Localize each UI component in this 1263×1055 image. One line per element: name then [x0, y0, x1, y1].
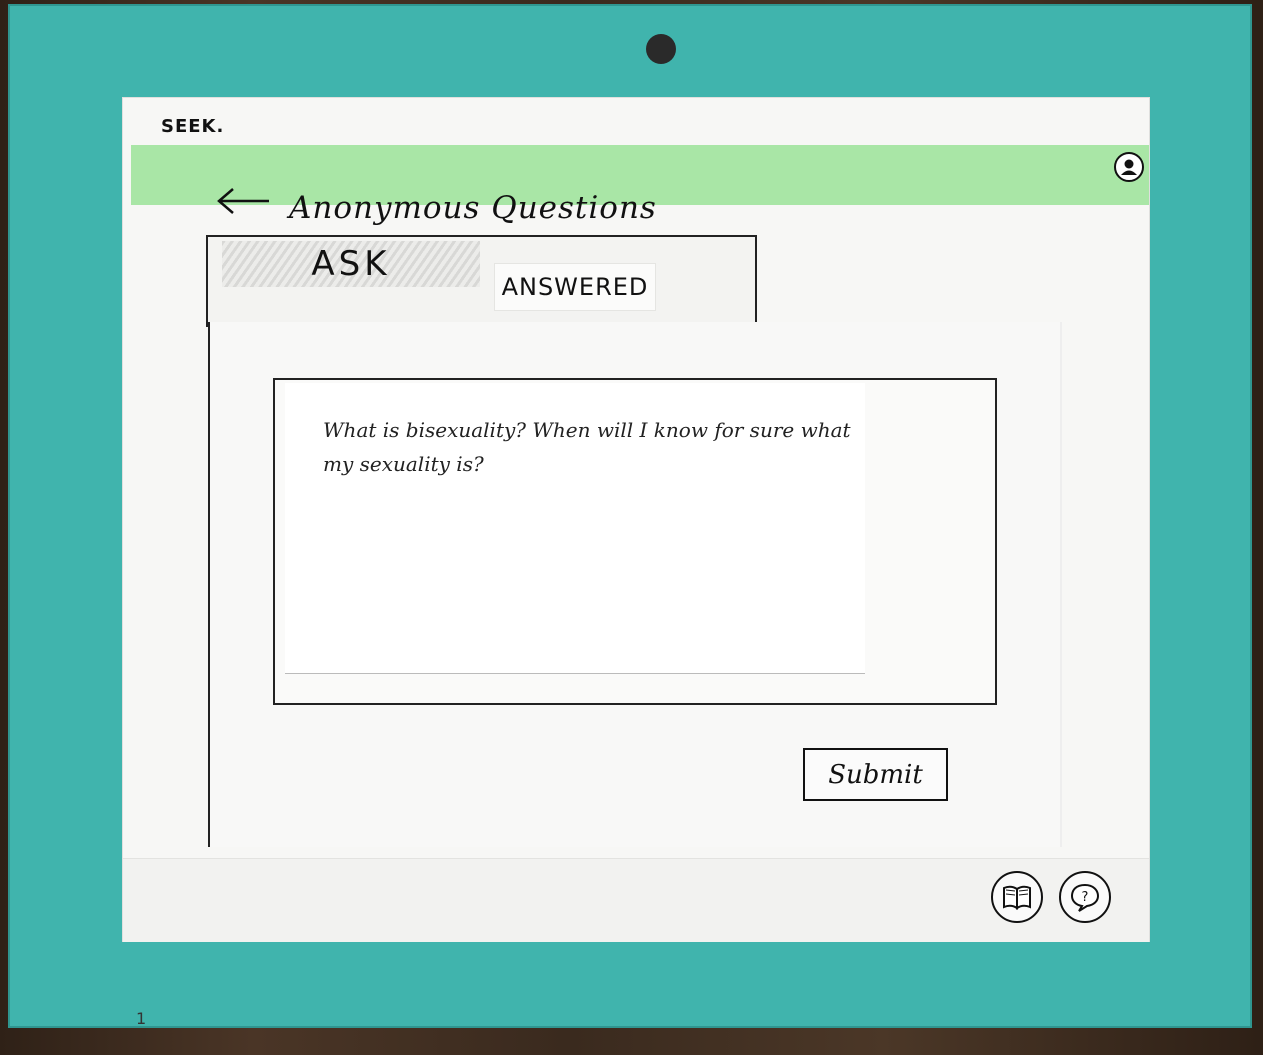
- questions-button[interactable]: ?: [1059, 871, 1111, 923]
- app-screen: SEEK. Anonymous Questions ASK ANSWERED W…: [122, 97, 1150, 942]
- question-input-box[interactable]: What is bisexuality? When will I know fo…: [273, 378, 997, 705]
- camera-hole: [646, 34, 676, 64]
- corner-mark: 1: [136, 1009, 147, 1028]
- question-text[interactable]: What is bisexuality? When will I know fo…: [323, 413, 853, 481]
- question-bubble-icon: ?: [1070, 883, 1100, 912]
- brand-logo: SEEK.: [161, 116, 225, 137]
- submit-button[interactable]: Submit: [803, 748, 948, 801]
- page-title: Anonymous Questions: [289, 190, 657, 226]
- back-arrow-icon[interactable]: [215, 186, 271, 216]
- profile-icon[interactable]: [1114, 152, 1144, 182]
- tab-answered[interactable]: ANSWERED: [494, 263, 656, 311]
- resources-button[interactable]: [991, 871, 1043, 923]
- tab-ask[interactable]: ASK: [222, 241, 480, 287]
- svg-text:?: ?: [1082, 890, 1089, 905]
- book-icon: [1003, 885, 1031, 910]
- tabs-container: ASK ANSWERED: [206, 235, 757, 327]
- question-textarea[interactable]: What is bisexuality? When will I know fo…: [285, 383, 865, 674]
